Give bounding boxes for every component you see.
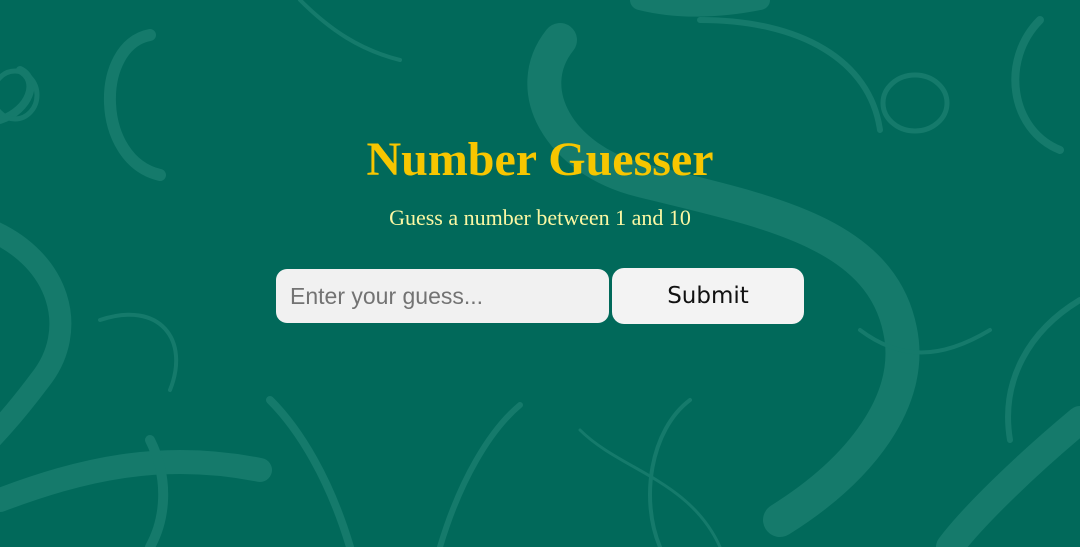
submit-button[interactable]: Submit — [612, 268, 804, 324]
main-content: Number Guesser Guess a number between 1 … — [0, 0, 1080, 547]
page-title: Number Guesser — [366, 133, 714, 186]
page-subtitle: Guess a number between 1 and 10 — [389, 205, 691, 230]
guess-input[interactable] — [276, 269, 609, 323]
